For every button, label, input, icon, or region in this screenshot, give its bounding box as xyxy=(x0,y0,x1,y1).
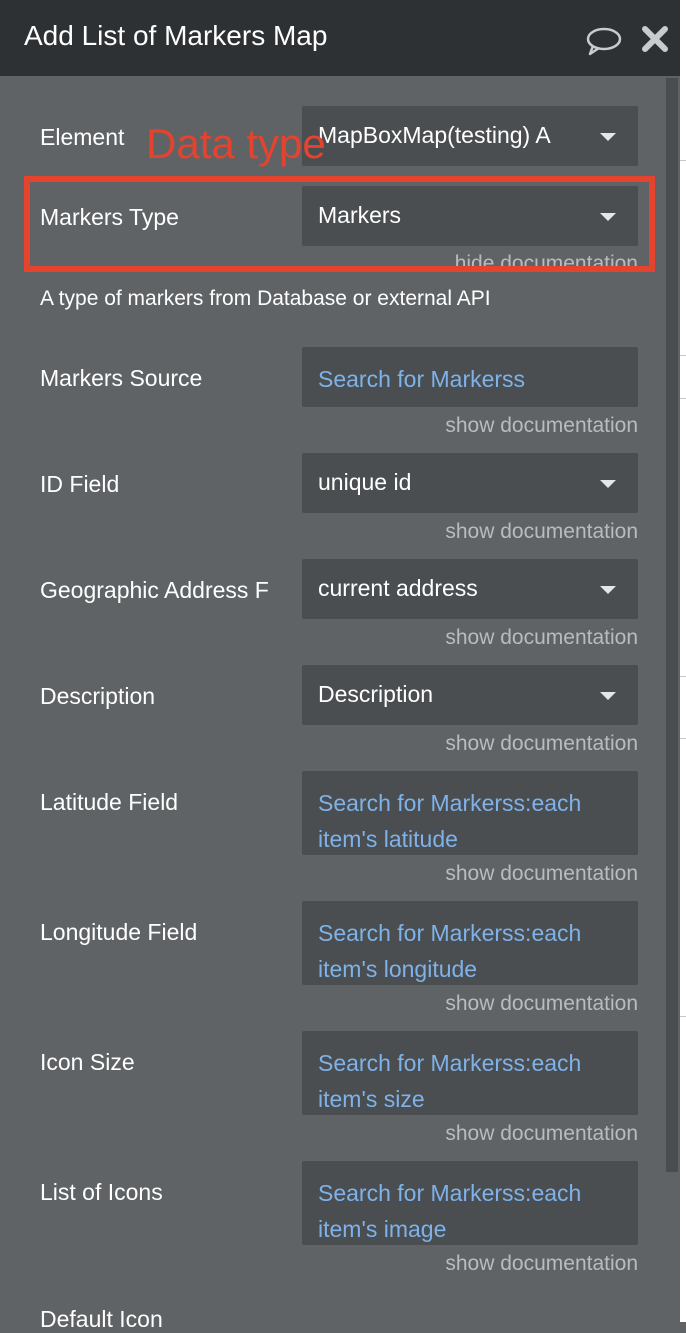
id-field-dropdown[interactable]: unique id xyxy=(302,453,638,513)
geographic-address-label: Geographic Address F xyxy=(40,577,269,603)
show-documentation-link[interactable]: show documentation xyxy=(445,520,638,544)
markers-type-description: A type of markers from Database or exter… xyxy=(40,287,491,310)
latitude-field-label: Latitude Field xyxy=(40,789,179,815)
longitude-field-value: Search for Markerss:each item's longitud… xyxy=(318,920,582,982)
longitude-field-label: Longitude Field xyxy=(40,919,198,945)
show-documentation-link[interactable]: show documentation xyxy=(445,1252,638,1276)
description-label: Description xyxy=(40,683,156,709)
description-dropdown[interactable]: Description xyxy=(302,665,638,725)
scrollbar[interactable] xyxy=(666,78,678,1172)
markers-source-label: Markers Source xyxy=(40,365,203,391)
chevron-down-icon xyxy=(600,586,616,594)
icon-size-input[interactable]: Search for Markerss:each item's size xyxy=(302,1031,638,1115)
show-documentation-link[interactable]: show documentation xyxy=(445,732,638,756)
latitude-field-value: Search for Markerss:each item's latitude xyxy=(318,790,582,852)
default-icon-label: Default Icon xyxy=(40,1306,163,1332)
show-documentation-link[interactable]: show documentation xyxy=(445,1122,638,1146)
chevron-down-icon xyxy=(600,692,616,700)
background-page-edge xyxy=(680,0,686,1322)
show-documentation-link[interactable]: show documentation xyxy=(445,862,638,886)
markers-source-value: Search for Markerss xyxy=(318,366,526,392)
annotation-label: Data type xyxy=(146,120,326,167)
geographic-address-dropdown[interactable]: current address xyxy=(302,559,638,619)
icon-size-label: Icon Size xyxy=(40,1049,135,1075)
chevron-down-icon xyxy=(600,480,616,488)
geographic-address-value: current address xyxy=(318,575,478,601)
show-documentation-link[interactable]: show documentation xyxy=(445,414,638,438)
chat-bubble-icon[interactable] xyxy=(586,26,622,56)
list-of-icons-value: Search for Markerss:each item's image xyxy=(318,1180,582,1242)
chevron-down-icon xyxy=(600,133,616,141)
panel-title: Add List of Markers Map xyxy=(24,20,328,51)
show-documentation-link[interactable]: show documentation xyxy=(445,992,638,1016)
id-field-label: ID Field xyxy=(40,471,120,497)
close-icon[interactable] xyxy=(640,24,670,54)
list-of-icons-label: List of Icons xyxy=(40,1179,163,1205)
highlight-box xyxy=(24,176,655,272)
description-value: Description xyxy=(318,681,434,707)
id-field-value: unique id xyxy=(318,469,412,495)
markers-source-input[interactable]: Search for Markerss xyxy=(302,347,638,407)
longitude-field-input[interactable]: Search for Markerss:each item's longitud… xyxy=(302,901,638,985)
element-value: MapBoxMap(testing) A xyxy=(318,122,551,148)
show-documentation-link[interactable]: show documentation xyxy=(445,626,638,650)
element-dropdown[interactable]: MapBoxMap(testing) A xyxy=(302,106,638,166)
panel-header: Add List of Markers Map xyxy=(0,0,680,76)
icon-size-value: Search for Markerss:each item's size xyxy=(318,1050,582,1112)
latitude-field-input[interactable]: Search for Markerss:each item's latitude xyxy=(302,771,638,855)
list-of-icons-input[interactable]: Search for Markerss:each item's image xyxy=(302,1161,638,1245)
